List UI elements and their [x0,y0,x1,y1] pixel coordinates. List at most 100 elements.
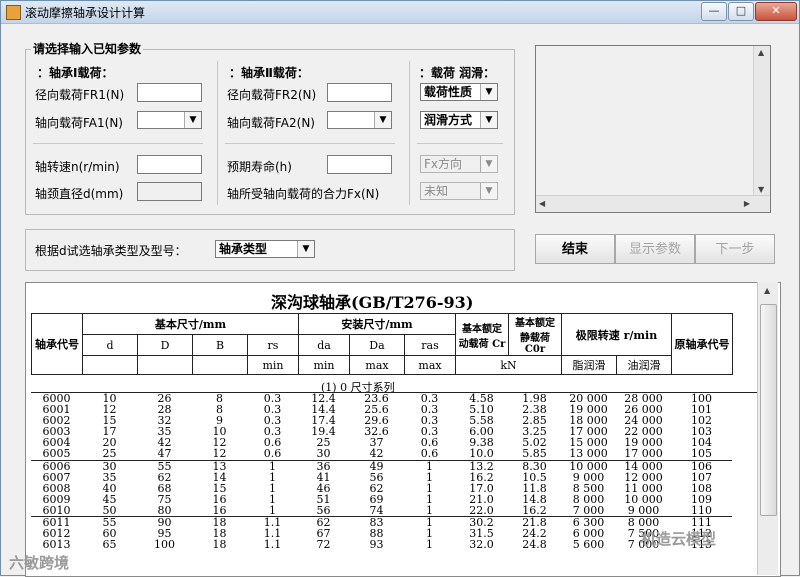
col-grease: 脂润滑 [561,355,617,375]
table-cell: 100 [154,538,175,552]
fa2-select[interactable]: ▼ [327,111,392,129]
fr1-label: 径向载荷FR1(N) [35,88,125,102]
fx-unknown-value: 未知 [424,184,449,198]
table-cell: 24.8 [522,538,547,552]
table-cell: 6010 [42,503,71,517]
table-cell: 16.2 [522,503,547,517]
table-cell: 5.85 [522,447,547,461]
next-step-button[interactable]: 下一步 [695,234,775,264]
separator-left [33,143,203,144]
fa1-select[interactable]: ▼ [137,111,202,129]
table-cell: 1 [426,503,433,517]
header-orig-code: 原轴承代号 [671,313,733,375]
col-oil: 油润滑 [616,355,672,375]
table-vscroll[interactable]: ▲ [757,282,778,575]
sub-Da: max [349,355,405,375]
table-cell: 13.2 [469,459,494,473]
header-basic-dim: 基本尺寸/mm [82,313,299,335]
scroll-up-icon[interactable]: ▲ [764,286,770,295]
table-cell: 6013 [42,538,71,552]
table-cell: 42 [369,447,384,461]
table-cell: 56 [316,503,331,517]
chevron-down-icon: ▼ [374,112,391,128]
listbox-hscroll[interactable]: ◀ ▶ [536,195,770,212]
life-label: 预期寿命(h) [227,160,292,174]
table-cell: 1 [269,459,276,473]
table-cell: 1 [269,503,276,517]
fr2-input[interactable] [327,83,392,102]
table-cell: 47 [157,447,172,461]
load3-heading: ：载荷 润滑： [419,66,496,80]
table-cell: 13 [212,459,227,473]
load-type-value: 载荷性质 [424,85,473,99]
load-type-select[interactable]: 载荷性质 ▼ [420,83,498,101]
show-params-button[interactable]: 显示参数 [615,234,695,264]
scroll-down-icon[interactable]: ▼ [758,185,764,194]
table-cell: 14 000 [624,459,663,473]
divider-2 [409,61,410,205]
bearing-type-select[interactable]: 轴承类型 ▼ [215,240,315,258]
life-input[interactable] [327,155,392,174]
minimize-button[interactable]: — [701,2,727,21]
scroll-up-icon[interactable]: ▲ [758,48,764,57]
window-title: 滚动摩擦轴承设计计算 [25,6,146,20]
chevron-down-icon: ▼ [480,156,497,172]
table-row: 6006 30 55 13 1 36 49 1 13.2 8.30 10 000 14 000 106 [31,459,732,473]
table-cell: 22.0 [469,503,494,517]
scroll-thumb[interactable] [760,304,777,516]
sub-D [137,355,193,375]
table-cell: 106 [691,459,712,473]
table-body: 6000 10 26 8 0.3 12.4 23.6 0.3 4.58 1.98 20 000 28 … [31,393,732,550]
table-cell: 10 000 [569,459,608,473]
chevron-down-icon: ▼ [480,112,497,128]
table-cell: 36 [316,459,331,473]
end-button[interactable]: 结束 [535,234,615,264]
listbox-vscroll[interactable]: ▲ ▼ [753,46,770,212]
table-cell: 65 [102,538,117,552]
header-static: 基本额定静载荷 C0r [508,313,562,356]
params-legend: 请选择输入已知参数 [31,40,144,57]
fx-direction-select[interactable]: Fx方向 ▼ [420,155,498,173]
table-cell: 49 [369,459,384,473]
result-listbox[interactable]: ▲ ▼ ◀ ▶ [535,45,771,213]
chevron-down-icon: ▼ [480,183,497,199]
table-cell: 93 [369,538,384,552]
separator-right [417,143,503,144]
fr1-input[interactable] [137,83,202,102]
title-bar: 滚动摩擦轴承设计计算 — □ ✕ [1,1,799,24]
table-cell: 72 [316,538,331,552]
table-header: 轴承代号 基本尺寸/mm 安装尺寸/mm 基本额定动载荷 Cr 基本额定静载荷 … [31,313,733,375]
diameter-label: 轴颈直径d(mm) [35,187,124,201]
watermark-left: 六敏跨境 [9,554,70,572]
scroll-right-icon[interactable]: ▶ [744,199,750,208]
table-cell: 17 000 [624,447,663,461]
sub-B [192,355,248,375]
table-cell: 105 [691,447,712,461]
scroll-left-icon[interactable]: ◀ [539,199,545,208]
diameter-input[interactable] [137,182,202,201]
close-button[interactable]: ✕ [755,2,797,21]
table-cell: 8.30 [522,459,547,473]
col-ras: ras [404,334,456,356]
col-D: D [137,334,193,356]
table-cell: 6006 [42,459,71,473]
table-cell: 32.0 [469,538,494,552]
bearing-type-value: 轴承类型 [219,242,268,256]
fa1-label: 轴向载荷FA1(N) [35,116,123,130]
table-cell: 13 000 [569,447,608,461]
load1-heading: ：轴承Ⅰ载荷： [37,66,114,80]
table-cell: 30 [102,459,117,473]
app-icon [6,5,21,20]
lube-type-value: 润滑方式 [424,113,473,127]
table-cell: 55 [157,459,172,473]
col-d: d [82,334,138,356]
maximize-button[interactable]: □ [728,2,754,21]
chevron-down-icon: ▼ [480,84,497,100]
col-da: da [298,334,350,356]
lube-type-select[interactable]: 润滑方式 ▼ [420,111,498,129]
table-cell: 0.6 [263,447,282,461]
header-dynamic: 基本额定动载荷 Cr [455,313,509,356]
speed-input[interactable] [137,155,202,174]
fx-unknown-select[interactable]: 未知 ▼ [420,182,498,200]
header-code: 轴承代号 [31,313,83,375]
